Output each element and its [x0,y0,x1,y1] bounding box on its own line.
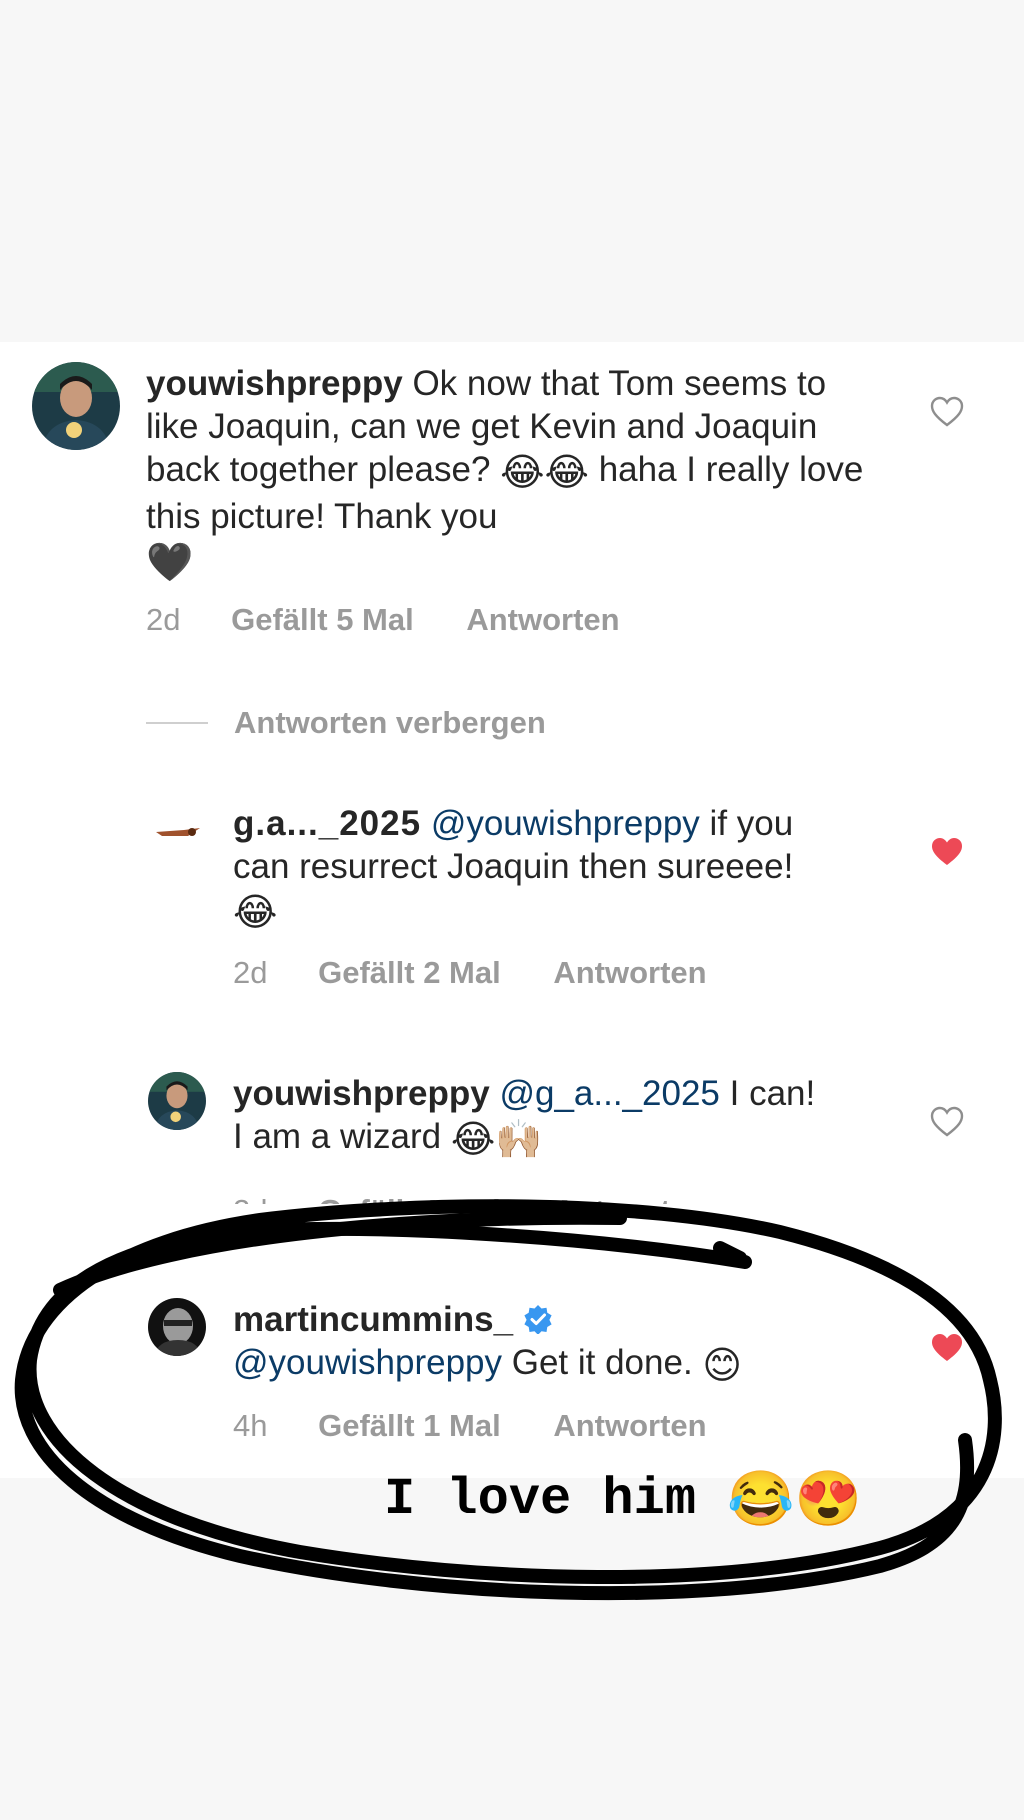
avatar-photo [148,1298,206,1356]
avatar[interactable] [32,362,120,450]
verified-badge-icon [524,1305,552,1335]
smiling-emoji-icon: 😊 [702,1345,743,1387]
likes-count-button[interactable]: Gefällt 1 Mal [318,1408,501,1443]
comment-meta: 4h Gefällt 1 Mal Antworten [233,1408,707,1444]
comment-time: 2d [233,955,268,990]
comment-meta: 2d Gefällt 2 Mal Antworten [233,955,707,991]
likes-count-button[interactable]: Gefällt 5 Mal [231,602,414,637]
heart-outline-icon[interactable] [930,396,964,428]
reply-button[interactable]: Antworten [553,1193,706,1204]
heart-filled-icon[interactable] [930,836,964,868]
comment-time: 4h [233,1408,268,1443]
heart-outline-icon[interactable] [930,1106,964,1138]
comment-mention[interactable]: @g_a..._2025 [499,1074,719,1113]
caption-text: I love him [384,1470,697,1529]
laughing-emoji-icon: 😂😂 [500,452,589,494]
comment-mention[interactable]: @youwishpreppy [431,804,700,843]
comment-body: Get it done. [511,1343,693,1382]
laughing-raised-hands-emoji-icon: 😂🙌🏼 [450,1119,543,1161]
reply-button[interactable]: Antworten [466,602,619,637]
comment-username[interactable]: martincummins_ [233,1300,513,1339]
likes-count-button[interactable]: Gefällt 2 Mal [318,955,501,990]
comment-time: 2d [233,1193,267,1204]
comment-meta: 2d Gefällt 1 Mal Antworten [233,1182,707,1204]
likes-count-button[interactable]: Gefällt 1 Mal [318,1193,501,1204]
comment-text: youwishpreppy @g_a..._2025 I can! I am a… [233,1072,833,1162]
divider-line [146,722,208,724]
comment-text: martincummins_ @youwishpreppy Get it don… [233,1298,853,1388]
heart-filled-icon[interactable] [930,1332,964,1364]
laughing-heart-eyes-emoji-icon: 😂😍 [727,1473,862,1534]
comment-mention[interactable]: @youwishpreppy [233,1343,502,1382]
avatar[interactable] [148,1298,206,1356]
comment-username[interactable]: youwishpreppy [146,364,403,403]
reply-button[interactable]: Antworten [553,1408,706,1443]
avatar-photo [148,1072,206,1130]
comment-username-obscured[interactable]: g.a..._2025 [233,804,421,843]
comment-text: g.a..._2025 @youwishpreppy if you can re… [233,802,833,935]
hide-replies-label: Antworten verbergen [234,705,546,740]
comment-meta: 2d Gefällt 5 Mal Antworten [146,602,620,638]
hide-replies-button[interactable]: Antworten verbergen [146,705,546,741]
story-caption: I love him 😂😍 [384,1470,862,1531]
avatar[interactable] [148,1072,206,1130]
comment-text: youwishpreppy Ok now that Tom seems to l… [146,362,886,585]
avatar-photo [32,362,120,450]
laughing-emoji-icon: 😂 [233,892,278,934]
comment-username[interactable]: youwishpreppy [233,1074,490,1113]
reply-button[interactable]: Antworten [553,955,706,990]
black-heart-emoji-icon: 🖤 [146,542,194,584]
comment-time: 2d [146,602,181,637]
